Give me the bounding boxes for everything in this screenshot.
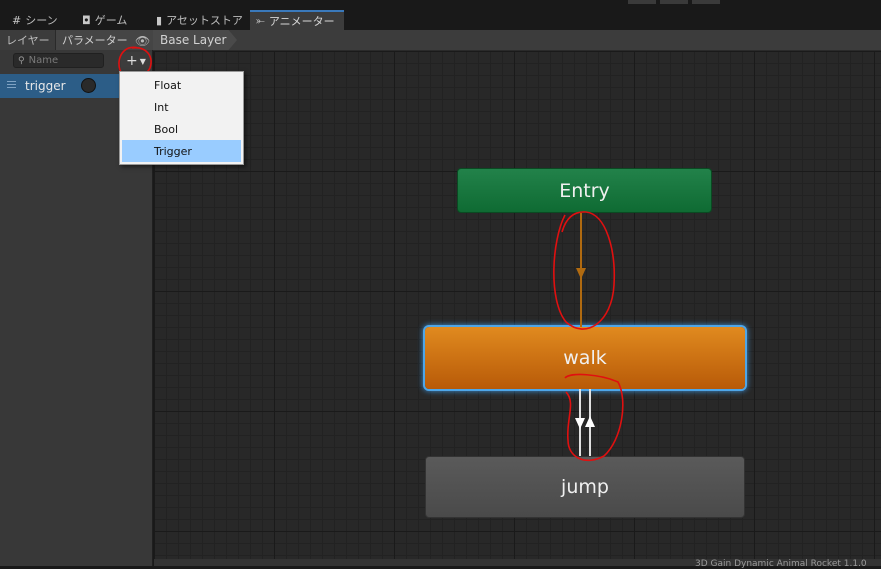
transition-jump-walk[interactable] xyxy=(585,389,595,456)
transition-entry-walk[interactable] xyxy=(576,213,586,327)
menu-item-bool[interactable]: Bool xyxy=(122,118,241,140)
menu-item-trigger[interactable]: Trigger xyxy=(122,140,241,162)
transition-walk-jump[interactable] xyxy=(575,389,585,456)
menu-item-float[interactable]: Float xyxy=(122,74,241,96)
parameter-type-menu: Float Int Bool Trigger xyxy=(119,71,244,165)
menu-item-int[interactable]: Int xyxy=(122,96,241,118)
